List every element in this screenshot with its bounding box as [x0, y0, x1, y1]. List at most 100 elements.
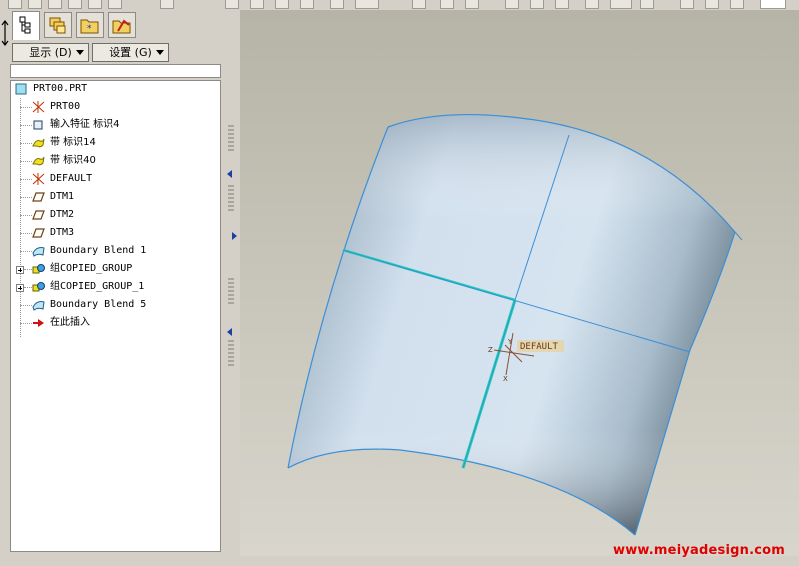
toolbar-button[interactable] [680, 0, 694, 9]
tree-item-label: 带 标识14 [50, 137, 96, 148]
ribbon-icon [32, 156, 45, 166]
toolbar-button[interactable] [275, 0, 289, 9]
tree-connector [20, 323, 32, 325]
tree-connector [20, 125, 32, 127]
csys-label: DEFAULT [520, 342, 559, 352]
splitter-grip[interactable] [228, 125, 234, 153]
show-dropdown-label: 显示 (D) [29, 46, 72, 59]
chevron-down-icon [156, 50, 164, 55]
toolbar-button[interactable] [8, 0, 22, 9]
tree-connector [20, 215, 32, 217]
toolbar-button[interactable] [250, 0, 264, 9]
toolbar-button[interactable] [760, 0, 786, 9]
toolbar-button[interactable] [68, 0, 82, 9]
tab-favorites[interactable] [108, 12, 136, 38]
tree-item-label: DTM2 [50, 209, 75, 220]
tree-item-label: DEFAULT [50, 173, 93, 184]
toolbar-button[interactable] [555, 0, 569, 9]
group-icon [32, 282, 45, 292]
tree-root-label: PRT00.PRT [33, 83, 88, 94]
favorites-icon [112, 19, 131, 34]
svg-text:Z: Z [488, 346, 493, 354]
toolbar-button[interactable] [300, 0, 314, 9]
toolbar-button[interactable] [585, 0, 599, 9]
insert-here-arrow-icon [33, 319, 44, 327]
toolbar-button[interactable] [465, 0, 479, 9]
expand-toggle[interactable] [16, 284, 24, 292]
svg-text:*: * [87, 24, 92, 34]
boundary-blend-icon [32, 301, 45, 311]
tree-item-label: DTM3 [50, 227, 75, 238]
tree-connector [20, 233, 32, 235]
model-tree-panel: 显示 (D) 设置 (G) PRT00.PRT PRT00 输入特征 标识4 带… [10, 40, 223, 556]
toolbar-button[interactable] [610, 0, 632, 9]
tree-connector [20, 143, 32, 145]
tree-connector [20, 251, 32, 253]
layers-icon [49, 17, 66, 34]
vertical-resize-icon[interactable] [1, 20, 9, 46]
settings-dropdown[interactable]: 设置 (G) [92, 43, 169, 62]
show-dropdown[interactable]: 显示 (D) [12, 43, 89, 62]
tab-layers[interactable] [44, 12, 72, 38]
tab-model-tree[interactable] [12, 11, 40, 40]
toolbar-button[interactable] [530, 0, 544, 9]
tree-connector [20, 98, 22, 337]
toolbar-button[interactable] [160, 0, 174, 9]
tree-item-label: 输入特征 标识4 [50, 119, 120, 130]
import-feature-icon [33, 120, 43, 130]
ribbon-icon [32, 138, 45, 148]
toolbar-button[interactable] [88, 0, 102, 9]
settings-dropdown-label: 设置 (G) [109, 46, 152, 59]
toolbar-button[interactable] [225, 0, 239, 9]
tree-connector [20, 179, 32, 181]
expand-toggle[interactable] [16, 266, 24, 274]
toolbar-button[interactable] [330, 0, 344, 9]
csys-icon [32, 101, 45, 113]
toolbar-button[interactable] [355, 0, 379, 9]
svg-text:Y: Y [507, 338, 513, 346]
model-tree-icon [19, 16, 31, 34]
collapse-arrow-icon[interactable] [227, 328, 232, 336]
left-edge-strip [0, 10, 10, 566]
tree-column-header[interactable] [10, 64, 221, 78]
datum-plane-icon [32, 210, 45, 220]
panel-splitter[interactable] [225, 10, 240, 566]
svg-text:X: X [503, 375, 508, 383]
datum-plane-icon [32, 228, 45, 238]
splitter-grip[interactable] [228, 340, 234, 368]
toolbar-button[interactable] [108, 0, 122, 9]
tree-connector [20, 305, 32, 307]
datum-plane-icon [32, 192, 45, 202]
tree-item-label: Boundary Blend 1 [50, 245, 147, 256]
graphics-viewport[interactable]: Z X Y DEFAULT [240, 10, 799, 556]
collapse-arrow-icon[interactable] [227, 170, 232, 178]
toolbar-button[interactable] [640, 0, 654, 9]
toolbar-button[interactable] [28, 0, 42, 9]
tree-item-label: Boundary Blend 5 [50, 299, 147, 310]
expand-arrow-icon[interactable] [232, 232, 237, 240]
tree-item-label: 组COPIED_GROUP [50, 263, 133, 274]
toolbar-button[interactable] [412, 0, 426, 9]
tree-item-label: 组COPIED_GROUP_1 [50, 281, 145, 292]
toolbar-button[interactable] [705, 0, 719, 9]
model-tree: PRT00.PRT PRT00 输入特征 标识4 带 标识14 带 标识40 D… [10, 80, 221, 552]
surface-model: Z X Y DEFAULT [287, 113, 743, 536]
toolbar-button[interactable] [730, 0, 744, 9]
group-icon [32, 264, 45, 274]
tree-item-label: 在此插入 [50, 317, 90, 328]
tree-connector [24, 269, 32, 271]
toolbar-button[interactable] [48, 0, 62, 9]
tab-folder-browser[interactable]: * [76, 12, 104, 38]
part-icon [15, 83, 27, 95]
folder-icon: * [80, 19, 99, 34]
chevron-down-icon [76, 50, 84, 55]
watermark: www.meiyadesign.com [613, 543, 786, 558]
toolbar-button[interactable] [440, 0, 454, 9]
splitter-grip[interactable] [228, 278, 234, 306]
tree-connector [20, 197, 32, 199]
tree-item-label: 带 标识40 [50, 155, 96, 166]
tree-item-label: PRT00 [50, 101, 81, 112]
splitter-grip[interactable] [228, 185, 234, 213]
tree-connector [20, 107, 32, 109]
toolbar-button[interactable] [505, 0, 519, 9]
